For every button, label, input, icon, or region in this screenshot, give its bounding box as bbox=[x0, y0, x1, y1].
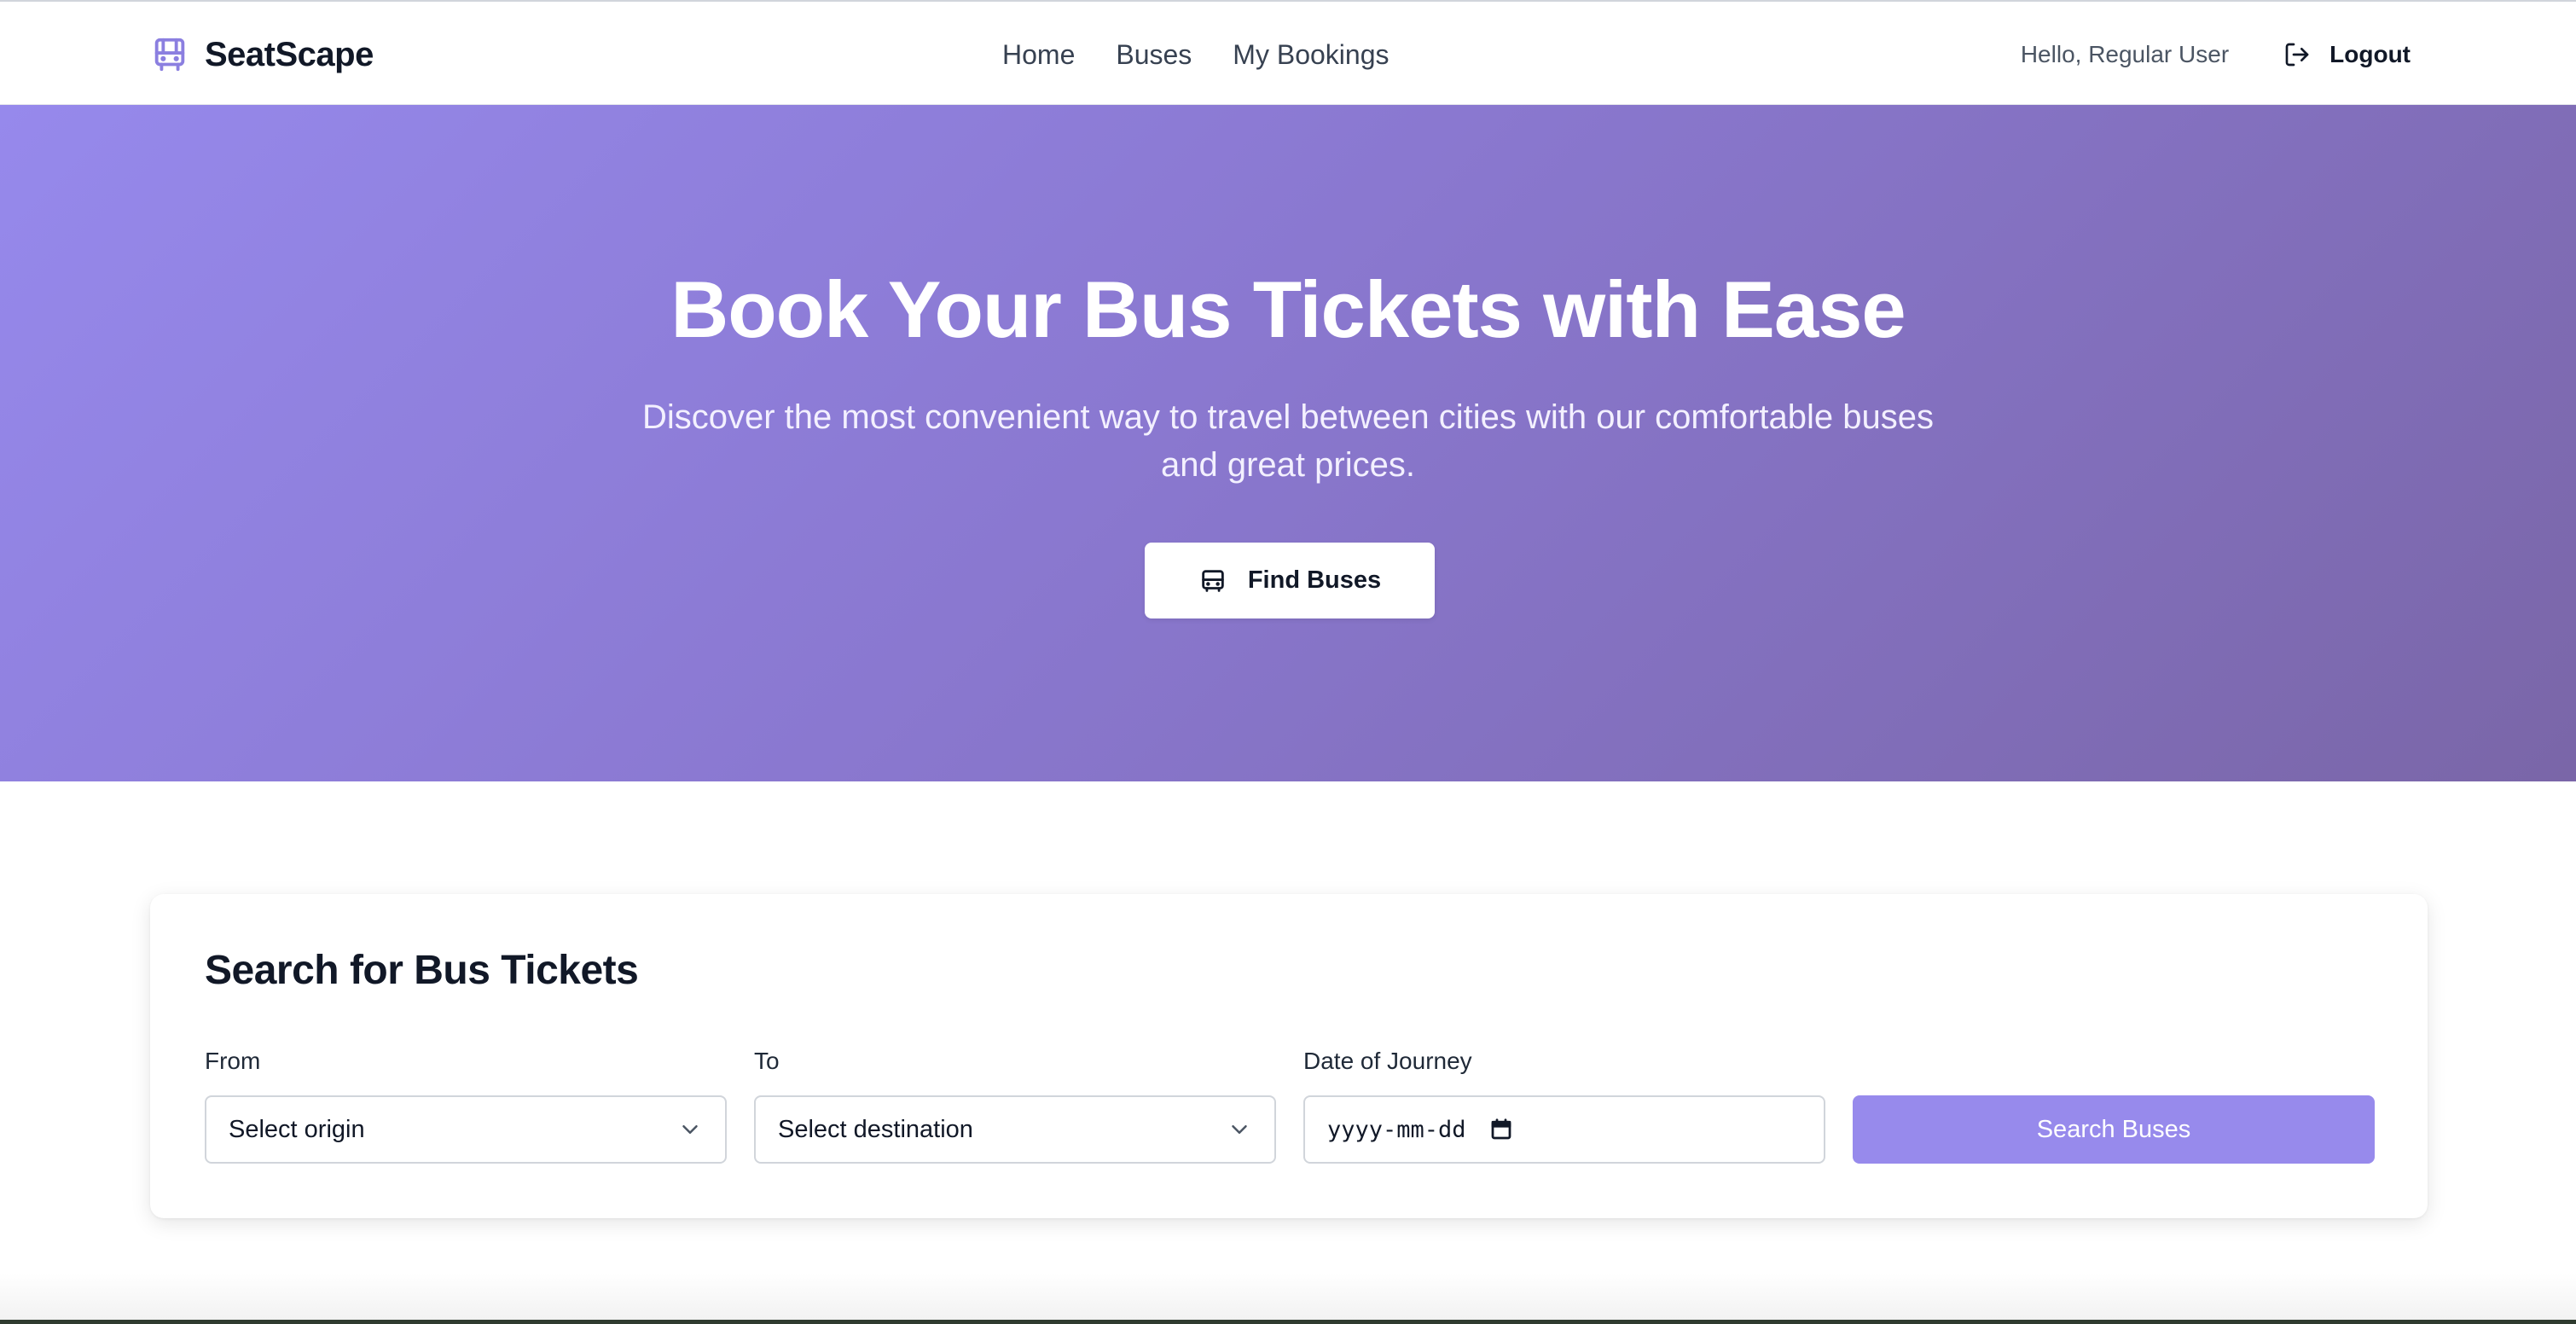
nav-link-home[interactable]: Home bbox=[1002, 39, 1075, 71]
user-area: Hello, Regular User Logout bbox=[2021, 32, 2411, 77]
chevron-down-icon bbox=[677, 1117, 703, 1142]
nav-link-buses[interactable]: Buses bbox=[1116, 39, 1192, 71]
logout-icon bbox=[2283, 41, 2311, 68]
journey-date-value: yyyy-mm-dd bbox=[1327, 1116, 1466, 1143]
nav-link-my-bookings[interactable]: My Bookings bbox=[1233, 39, 1389, 71]
bus-icon bbox=[1198, 566, 1227, 595]
bottom-fade bbox=[0, 1273, 2576, 1324]
chevron-down-icon bbox=[1227, 1117, 1252, 1142]
search-buses-button[interactable]: Search Buses bbox=[1853, 1095, 2375, 1164]
from-label: From bbox=[205, 1048, 261, 1074]
to-label: To bbox=[754, 1048, 780, 1074]
logout-label: Logout bbox=[2329, 41, 2411, 67]
top-navbar: SeatScape Home Buses My Bookings Hello, … bbox=[0, 0, 2576, 105]
search-card: Search for Bus Tickets From Select origi… bbox=[150, 894, 2428, 1218]
user-greeting: Hello, Regular User bbox=[2020, 41, 2230, 67]
calendar-icon[interactable] bbox=[1488, 1117, 1514, 1142]
date-label: Date of Journey bbox=[1303, 1048, 1472, 1074]
brand-name: SeatScape bbox=[205, 35, 374, 73]
origin-select-value: Select origin bbox=[229, 1115, 365, 1143]
bus-icon bbox=[150, 35, 189, 74]
hero-subtitle: Discover the most convenient way to trav… bbox=[641, 398, 1935, 484]
logout-button[interactable]: Logout bbox=[2283, 41, 2411, 68]
origin-select[interactable]: Select origin bbox=[205, 1095, 727, 1164]
search-title: Search for Bus Tickets bbox=[205, 948, 639, 993]
main-nav: Home Buses My Bookings bbox=[1002, 32, 1389, 77]
journey-date-input[interactable]: yyyy-mm-dd bbox=[1303, 1095, 1825, 1164]
destination-select-value: Select destination bbox=[778, 1115, 973, 1143]
find-buses-button[interactable]: Find Buses bbox=[1145, 543, 1435, 618]
find-buses-label: Find Buses bbox=[1247, 566, 1382, 594]
hero-banner: Book Your Bus Tickets with Ease Discover… bbox=[0, 105, 2576, 781]
window-bottom-edge bbox=[0, 1320, 2576, 1324]
destination-select[interactable]: Select destination bbox=[754, 1095, 1276, 1164]
brand[interactable]: SeatScape bbox=[150, 32, 374, 77]
hero-title: Book Your Bus Tickets with Ease bbox=[670, 264, 1906, 354]
